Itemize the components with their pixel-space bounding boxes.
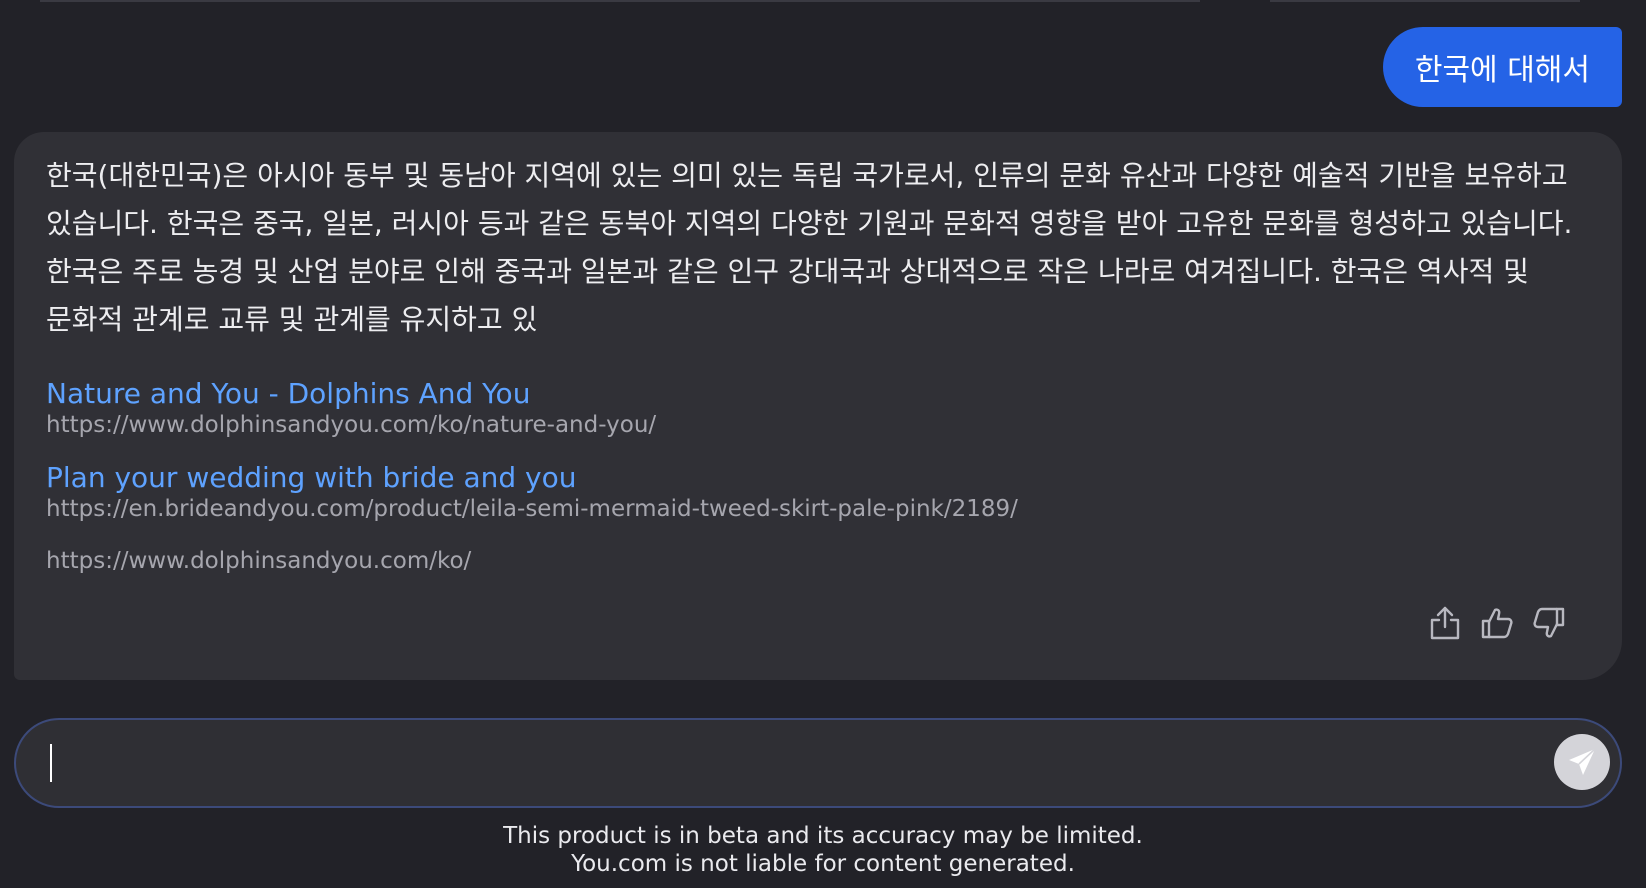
- answer-actions: [1428, 604, 1566, 642]
- chat-input[interactable]: [46, 720, 1530, 808]
- chat-page: 한국에 대해서 한국(대한민국)은 아시아 동부 및 동남아 지역에 있는 의미…: [0, 0, 1646, 888]
- source-url-link[interactable]: https://www.dolphinsandyou.com/ko/nature…: [46, 410, 1590, 440]
- disclaimer: This product is in beta and its accuracy…: [0, 822, 1646, 878]
- source-item: https://www.dolphinsandyou.com/ko/: [46, 546, 1590, 576]
- user-message-text: 한국에 대해서: [1414, 53, 1590, 88]
- text-caret: [50, 744, 52, 782]
- thumbs-up-icon: [1481, 608, 1513, 639]
- share-button[interactable]: [1428, 604, 1462, 642]
- previous-card-edge-right: [1270, 0, 1580, 2]
- source-url-link[interactable]: https://en.brideandyou.com/product/leila…: [46, 494, 1590, 524]
- source-item: Nature and You - Dolphins And You https:…: [46, 378, 1590, 440]
- answer-text: 한국(대한민국)은 아시아 동부 및 동남아 지역에 있는 의미 있는 독립 국…: [46, 159, 1573, 336]
- user-message-bubble: 한국에 대해서: [1382, 27, 1622, 107]
- answer-card: 한국(대한민국)은 아시아 동부 및 동남아 지역에 있는 의미 있는 독립 국…: [14, 132, 1622, 680]
- previous-card-edge: [40, 0, 1200, 2]
- thumbs-down-button[interactable]: [1532, 604, 1566, 642]
- thumbs-down-icon: [1533, 607, 1565, 638]
- disclaimer-line: You.com is not liable for content genera…: [571, 851, 1075, 877]
- thumbs-up-button[interactable]: [1480, 604, 1514, 642]
- disclaimer-line: This product is in beta and its accuracy…: [503, 823, 1143, 849]
- source-title-link[interactable]: Plan your wedding with bride and you: [46, 462, 1590, 494]
- source-list: Nature and You - Dolphins And You https:…: [46, 378, 1590, 576]
- chat-input-bar: [14, 718, 1622, 808]
- send-icon: [1569, 748, 1596, 775]
- source-item: Plan your wedding with bride and you htt…: [46, 462, 1590, 524]
- source-title-link[interactable]: Nature and You - Dolphins And You: [46, 378, 1590, 410]
- source-url-link[interactable]: https://www.dolphinsandyou.com/ko/: [46, 546, 1590, 576]
- send-button[interactable]: [1554, 734, 1610, 790]
- share-icon: [1430, 606, 1460, 640]
